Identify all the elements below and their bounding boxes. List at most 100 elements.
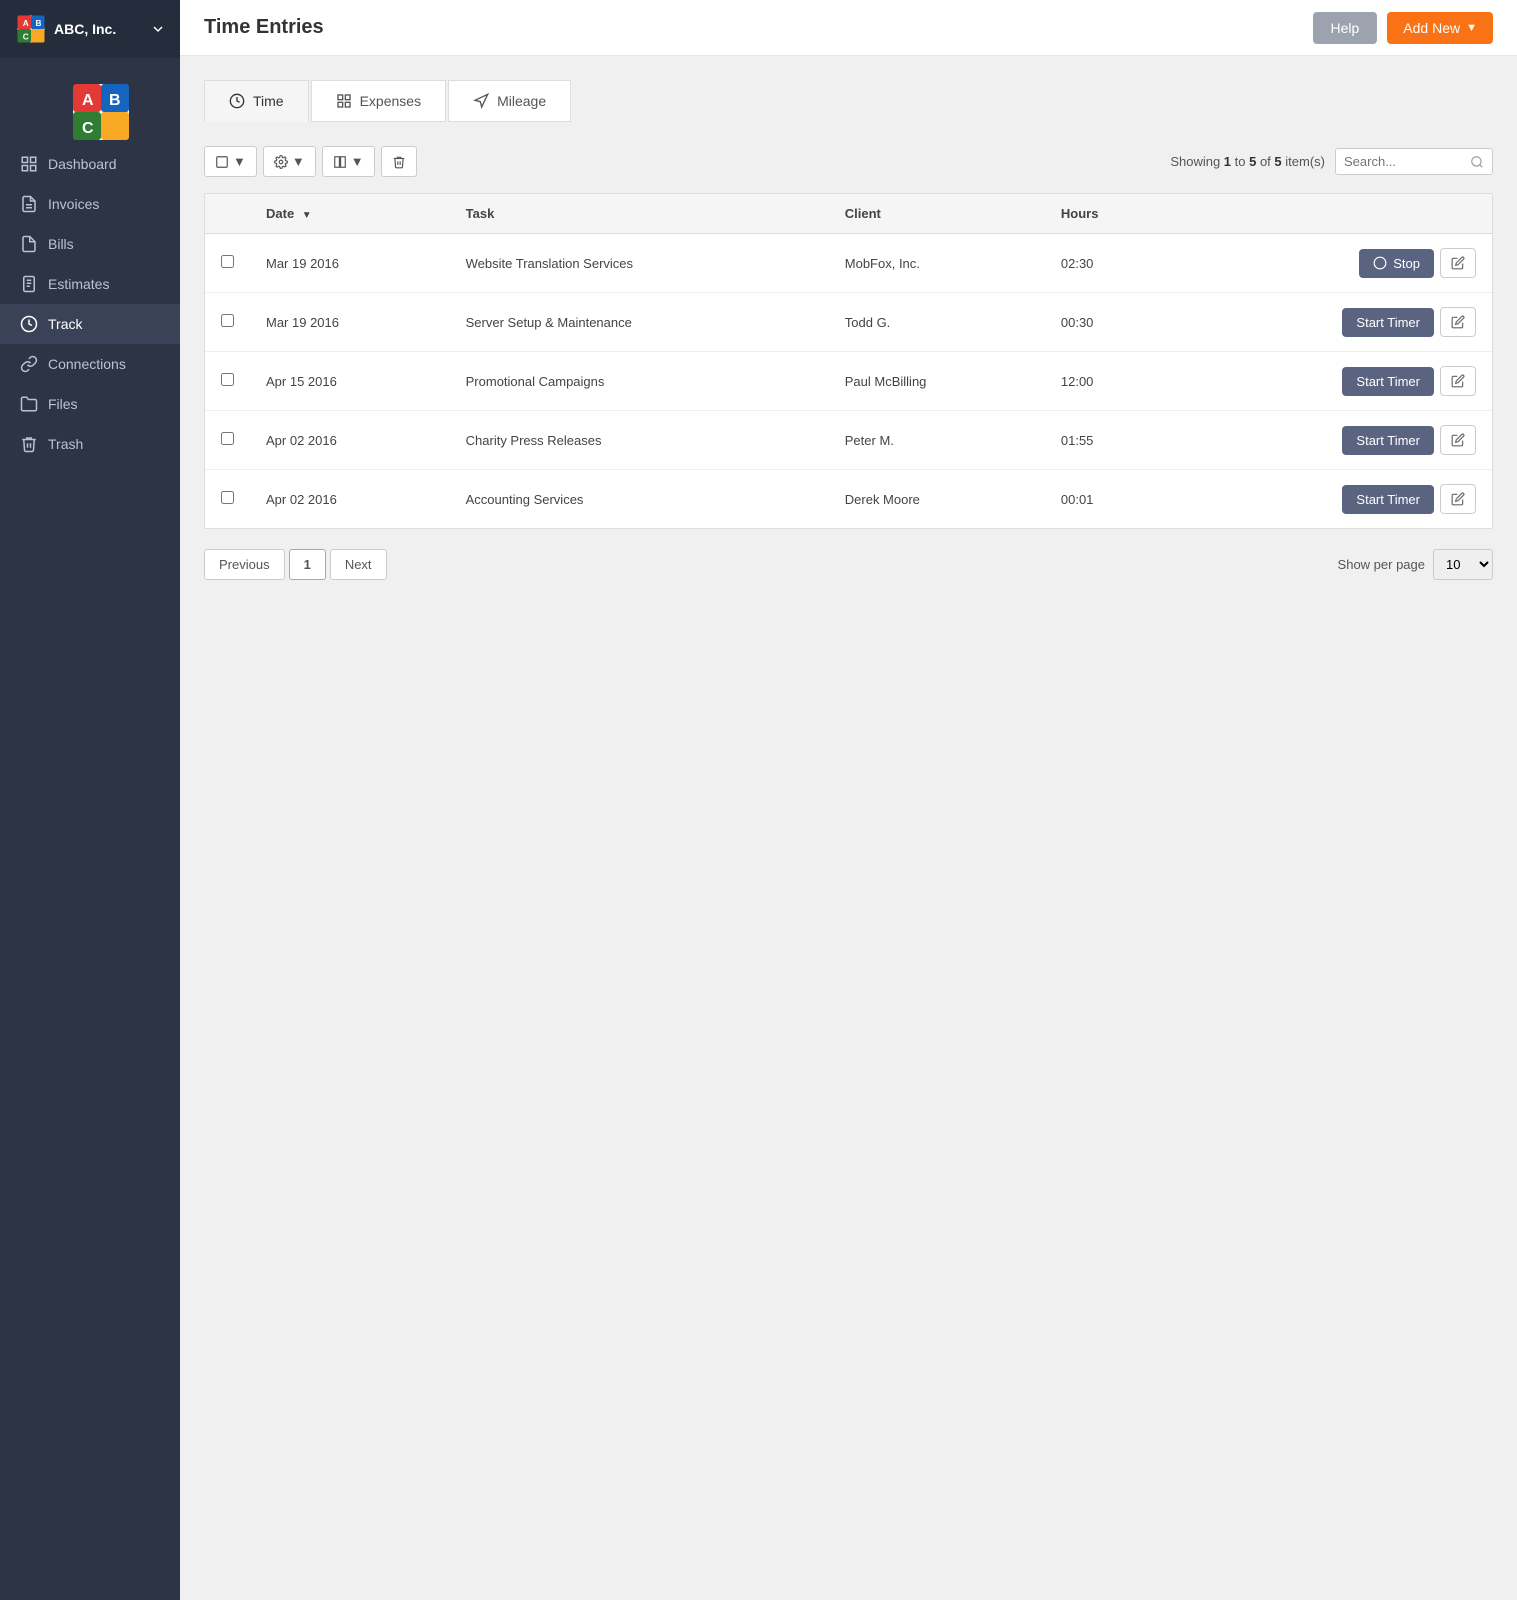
row-checkbox-3[interactable] [221, 432, 234, 445]
row-client: Todd G. [829, 293, 1045, 352]
edit-icon [1451, 433, 1465, 447]
edit-button-1[interactable] [1440, 307, 1476, 337]
search-input[interactable] [1344, 154, 1464, 169]
sidebar-item-estimates-label: Estimates [48, 276, 109, 292]
sidebar-item-invoices[interactable]: Invoices [0, 184, 180, 224]
svg-text:C: C [82, 120, 94, 137]
toolbar: ▼ ▼ ▼ Showing 1 to 5 of 5 item(s) [204, 146, 1493, 177]
row-checkbox-2[interactable] [221, 373, 234, 386]
row-client: Derek Moore [829, 470, 1045, 529]
grid-icon [20, 155, 38, 173]
add-new-button[interactable]: Add New ▼ [1387, 12, 1493, 44]
table-row: Apr 02 2016 Charity Press Releases Peter… [205, 411, 1492, 470]
hours-column-header[interactable]: Hours [1045, 194, 1177, 234]
row-checkbox-cell [205, 411, 250, 470]
select-all-header [205, 194, 250, 234]
nav-menu: Dashboard Invoices Bills Estimates Track… [0, 144, 180, 464]
row-date: Apr 02 2016 [250, 470, 450, 529]
svg-text:B: B [36, 19, 42, 28]
showing-from: 1 [1224, 154, 1231, 169]
start-timer-button-3[interactable]: Start Timer [1342, 426, 1434, 455]
start-timer-button-4[interactable]: Start Timer [1342, 485, 1434, 514]
sidebar: A B C ABC, Inc. A B C Dashboard [0, 0, 180, 1600]
gear-icon [274, 155, 288, 169]
edit-icon [1451, 492, 1465, 506]
showing-to: 5 [1249, 154, 1256, 169]
checkbox-icon [215, 155, 229, 169]
edit-button-0[interactable] [1440, 248, 1476, 278]
row-actions: Start Timer [1177, 352, 1492, 411]
start-timer-button-1[interactable]: Start Timer [1342, 308, 1434, 337]
actions-column-header [1177, 194, 1492, 234]
row-client: Paul McBilling [829, 352, 1045, 411]
row-checkbox-0[interactable] [221, 255, 234, 268]
row-task: Server Setup & Maintenance [450, 293, 829, 352]
delete-button[interactable] [381, 146, 417, 177]
sidebar-item-track[interactable]: Track [0, 304, 180, 344]
sidebar-item-bills[interactable]: Bills [0, 224, 180, 264]
next-button[interactable]: Next [330, 549, 387, 580]
sidebar-item-files-label: Files [48, 396, 78, 412]
main-content: Time Entries Help Add New ▼ Time Expense… [180, 0, 1517, 1600]
add-new-label: Add New [1403, 20, 1460, 36]
date-column-header[interactable]: Date ▼ [250, 194, 450, 234]
sidebar-item-invoices-label: Invoices [48, 196, 99, 212]
add-new-arrow-icon: ▼ [1466, 22, 1477, 34]
toolbar-left: ▼ ▼ ▼ [204, 146, 417, 177]
stop-icon [1373, 256, 1387, 270]
edit-icon [1451, 315, 1465, 329]
task-column-header[interactable]: Task [450, 194, 829, 234]
row-task: Promotional Campaigns [450, 352, 829, 411]
row-task: Charity Press Releases [450, 411, 829, 470]
svg-text:A: A [82, 92, 94, 109]
help-button[interactable]: Help [1313, 12, 1378, 44]
track-icon [20, 315, 38, 333]
columns-dropdown-button[interactable]: ▼ [322, 146, 375, 177]
time-tab-icon [229, 93, 245, 109]
row-task: Website Translation Services [450, 234, 829, 293]
client-column-header[interactable]: Client [829, 194, 1045, 234]
sidebar-item-connections[interactable]: Connections [0, 344, 180, 384]
edit-button-2[interactable] [1440, 366, 1476, 396]
invoices-icon [20, 195, 38, 213]
sidebar-item-dashboard[interactable]: Dashboard [0, 144, 180, 184]
row-checkbox-4[interactable] [221, 491, 234, 504]
table-row: Mar 19 2016 Website Translation Services… [205, 234, 1492, 293]
row-checkbox-1[interactable] [221, 314, 234, 327]
edit-button-3[interactable] [1440, 425, 1476, 455]
sidebar-item-estimates[interactable]: Estimates [0, 264, 180, 304]
tab-expenses[interactable]: Expenses [311, 80, 446, 122]
start-timer-button-2[interactable]: Start Timer [1342, 367, 1434, 396]
edit-button-4[interactable] [1440, 484, 1476, 514]
row-date: Mar 19 2016 [250, 293, 450, 352]
edit-icon [1451, 256, 1465, 270]
tab-time[interactable]: Time [204, 80, 309, 122]
checkbox-dropdown-button[interactable]: ▼ [204, 146, 257, 177]
showing-total: 5 [1274, 154, 1281, 169]
sidebar-item-files[interactable]: Files [0, 384, 180, 424]
table-row: Apr 15 2016 Promotional Campaigns Paul M… [205, 352, 1492, 411]
per-page-select[interactable]: 10 25 50 100 [1433, 549, 1493, 580]
checkbox-dropdown-arrow: ▼ [233, 154, 246, 169]
stop-button-0[interactable]: Stop [1359, 249, 1434, 278]
row-date: Mar 19 2016 [250, 234, 450, 293]
company-header[interactable]: A B C ABC, Inc. [0, 0, 180, 58]
row-actions: Start Timer [1177, 411, 1492, 470]
page-1-button[interactable]: 1 [289, 549, 326, 580]
sidebar-item-dashboard-label: Dashboard [48, 156, 117, 172]
sidebar-item-trash[interactable]: Trash [0, 424, 180, 464]
settings-dropdown-button[interactable]: ▼ [263, 146, 316, 177]
table-row: Apr 02 2016 Accounting Services Derek Mo… [205, 470, 1492, 529]
tab-mileage-label: Mileage [497, 93, 546, 109]
row-client: MobFox, Inc. [829, 234, 1045, 293]
sidebar-item-connections-label: Connections [48, 356, 126, 372]
previous-button[interactable]: Previous [204, 549, 285, 580]
sidebar-item-bills-label: Bills [48, 236, 74, 252]
tab-mileage[interactable]: Mileage [448, 80, 571, 122]
toolbar-right: Showing 1 to 5 of 5 item(s) [1170, 148, 1493, 175]
sidebar-item-trash-label: Trash [48, 436, 83, 452]
brand-logo: A B C [71, 82, 109, 120]
tab-bar: Time Expenses Mileage [204, 80, 1493, 122]
show-per-page-label: Show per page [1338, 557, 1425, 572]
bills-icon [20, 235, 38, 253]
